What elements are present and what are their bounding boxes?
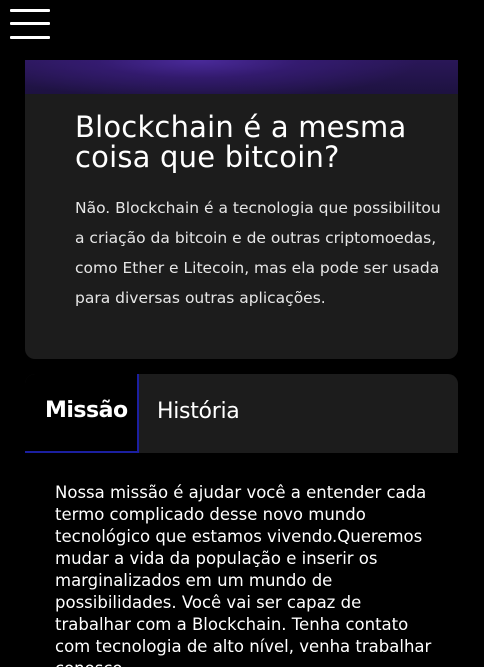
tabs-panel: Missão História Nossa missão é ajudar vo…: [25, 374, 458, 667]
card-banner-image: [25, 60, 458, 94]
tab-historia[interactable]: História: [139, 374, 269, 453]
hamburger-menu-icon[interactable]: [10, 9, 50, 39]
faq-answer: Não. Blockchain é a tecnologia que possi…: [75, 199, 441, 307]
tab-missao[interactable]: Missão: [25, 374, 139, 453]
menu-line: [10, 36, 50, 39]
menu-line: [10, 9, 50, 12]
tabs-header: Missão História: [25, 374, 458, 453]
menu-line: [10, 22, 50, 25]
faq-card: Blockchain é a mesma coisa que bitcoin? …: [25, 60, 458, 359]
tab-label: História: [157, 399, 240, 424]
tab-content-text: Nossa missão é ajudar você a entender ca…: [55, 483, 432, 667]
faq-title: Blockchain é a mesma coisa que bitcoin?: [75, 110, 407, 174]
tab-label: Missão: [45, 398, 128, 423]
top-bar: [0, 0, 484, 60]
